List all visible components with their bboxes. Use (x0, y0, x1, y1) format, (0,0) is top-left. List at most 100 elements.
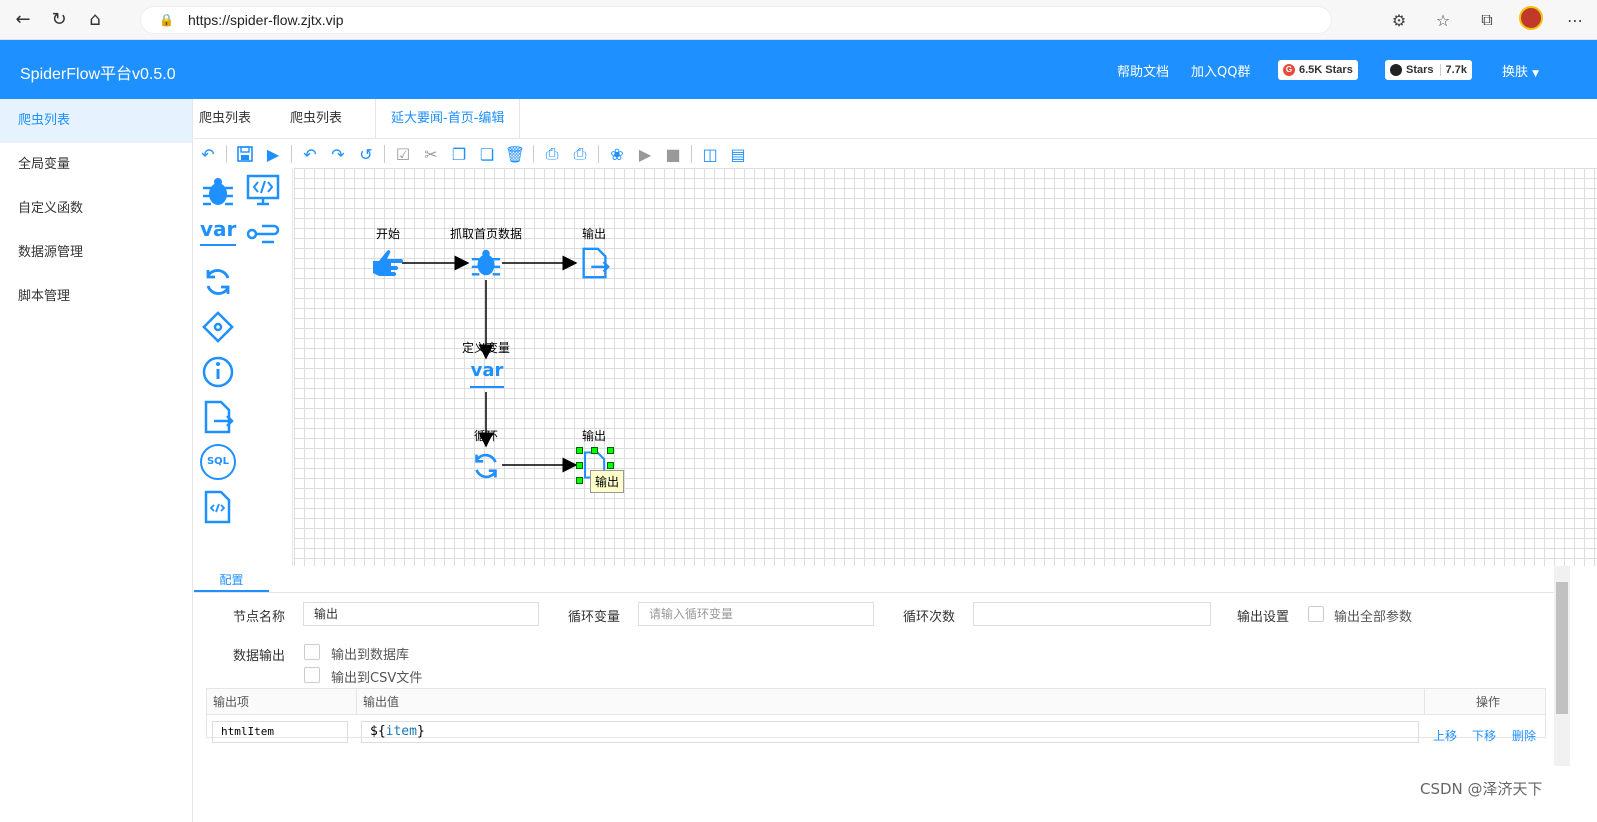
to-db-checkbox[interactable] (304, 644, 320, 660)
move-down-link[interactable]: 下移 (1472, 727, 1496, 744)
condition-node-icon[interactable] (200, 309, 236, 345)
github-stars-count: 7.7k (1439, 64, 1467, 76)
to-db-label: 输出到数据库 (331, 648, 410, 663)
sql-node-icon[interactable]: SQL (200, 444, 236, 480)
browser-toolbar: ← ↻ ⌂ 🔒 https://spider-flow.zjtx.vip ⚙ ☆… (0, 0, 1597, 40)
tab-spider-list-1[interactable]: 爬虫列表 (199, 99, 251, 139)
back-icon[interactable]: ← (10, 7, 36, 33)
qq-group-link[interactable]: 加入QQ群 (1191, 61, 1250, 80)
node-palette: var SQL (194, 168, 293, 566)
selection-handle[interactable] (607, 462, 614, 469)
node-label-loop: 循环 (473, 429, 499, 443)
selection-handle[interactable] (576, 462, 583, 469)
home-icon[interactable]: ⌂ (82, 7, 108, 33)
tab-config[interactable]: 配置 (194, 568, 269, 592)
node-label-output-1: 输出 (581, 227, 607, 241)
history-icon[interactable]: ↺ (352, 142, 380, 166)
loop-var-input[interactable]: 请输入循环变量 (638, 602, 874, 626)
stop-icon[interactable]: ■ (659, 142, 687, 166)
copy-icon[interactable]: ❐ (445, 142, 473, 166)
save-icon[interactable] (231, 142, 259, 166)
value-var: item (385, 724, 417, 739)
crawl-node-icon[interactable] (469, 246, 503, 280)
start-node-icon[interactable] (370, 247, 404, 281)
export-icon[interactable]: ⎙ (538, 142, 566, 166)
loop-count-label: 循环次数 (903, 610, 956, 625)
sidebar-item-custom-functions[interactable]: 自定义函数 (0, 187, 192, 231)
delete-link[interactable]: 删除 (1512, 727, 1536, 744)
tab-editor[interactable]: 延大要闻-首页-编辑 (375, 99, 521, 139)
app-header: SpiderFlow平台v0.5.0 帮助文档 加入QQ群 G 6.5K Star… (0, 40, 1597, 99)
help-docs-link[interactable]: 帮助文档 (1117, 61, 1169, 80)
config-panel: 配置 节点名称 输出 循环变量 请输入循环变量 循环次数 输出设置 输出全部参数… (194, 566, 1554, 766)
config-scrollbar[interactable] (1554, 566, 1570, 766)
node-label-output-2: 输出 (581, 429, 607, 443)
collections-icon[interactable]: ⧉ (1465, 10, 1509, 30)
brand-title: SpiderFlow平台v0.5.0 (20, 66, 176, 83)
output-value-input[interactable]: ${item} (361, 721, 1419, 743)
cut-icon[interactable]: ✂ (417, 142, 445, 166)
print-icon[interactable]: ⎙ (566, 142, 594, 166)
loop-count-input[interactable] (973, 602, 1211, 626)
loop-node-icon[interactable] (200, 264, 236, 300)
output-node-icon[interactable] (200, 399, 236, 435)
run-icon[interactable]: ▶ (259, 142, 287, 166)
info-node-icon[interactable] (200, 354, 236, 390)
debug-icon[interactable]: ❀ (603, 142, 631, 166)
sidebar-item-global-vars[interactable]: 全局变量 (0, 143, 192, 187)
output-node-1-icon[interactable] (578, 246, 612, 280)
gitee-icon: G (1283, 64, 1295, 76)
scrollbar-thumb[interactable] (1556, 582, 1568, 714)
github-icon (1390, 64, 1402, 76)
to-csv-checkbox[interactable] (304, 667, 320, 683)
paste-icon[interactable]: ❏ (473, 142, 501, 166)
loop-var-label: 循环变量 (568, 610, 621, 625)
tab-bar: 爬虫列表 爬虫列表 延大要闻-首页-编辑 (194, 99, 1597, 139)
layout-left-icon[interactable]: ◫ (696, 142, 724, 166)
output-all-params-checkbox[interactable] (1308, 606, 1324, 622)
github-stars-badge[interactable]: Stars 7.7k (1385, 60, 1472, 80)
layout-bottom-icon[interactable]: ▤ (724, 142, 752, 166)
output-item-input[interactable]: htmlItem (212, 721, 348, 743)
more-icon[interactable]: ⋯ (1553, 11, 1597, 30)
select-all-icon[interactable]: ☑ (389, 142, 417, 166)
favorites-icon[interactable]: ☆ (1421, 11, 1465, 30)
redo-icon[interactable]: ↷ (324, 142, 352, 166)
var-node-icon[interactable]: var (200, 216, 236, 246)
extensions-icon[interactable]: ⚙ (1377, 11, 1421, 30)
github-stars-label: Stars (1406, 64, 1434, 76)
function-node-icon[interactable] (200, 489, 236, 525)
output-all-params-label: 输出全部参数 (1334, 610, 1413, 625)
sidebar-item-scripts[interactable]: 脚本管理 (0, 275, 192, 319)
delete-icon[interactable]: 🗑 (501, 142, 529, 166)
move-up-link[interactable]: 上移 (1433, 727, 1457, 744)
sidebar: 爬虫列表 全局变量 自定义函数 数据源管理 脚本管理 (0, 99, 193, 822)
url-text: https://spider-flow.zjtx.vip (187, 12, 344, 28)
output-settings-label: 输出设置 (1237, 610, 1290, 625)
selection-handle[interactable] (591, 447, 598, 454)
node-name-label: 节点名称 (233, 610, 286, 625)
value-prefix: ${ (370, 724, 386, 739)
spider-node-icon[interactable] (200, 174, 236, 210)
node-name-input[interactable]: 输出 (303, 602, 539, 626)
selection-handle[interactable] (576, 447, 583, 454)
gitee-stars-badge[interactable]: G 6.5K Stars (1278, 60, 1358, 80)
profile-avatar[interactable] (1509, 6, 1553, 34)
refresh-icon[interactable]: ↻ (46, 7, 72, 33)
code-monitor-icon[interactable] (245, 172, 281, 208)
col-output-item: 输出项 (207, 689, 357, 715)
address-bar[interactable]: 🔒 https://spider-flow.zjtx.vip (140, 6, 1332, 34)
undo-icon[interactable]: ↶ (296, 142, 324, 166)
process-node-icon[interactable] (245, 216, 281, 252)
step-icon[interactable]: ▶ (631, 142, 659, 166)
selection-handle[interactable] (607, 447, 614, 454)
var-node[interactable]: var (470, 360, 504, 388)
tab-spider-list-2[interactable]: 爬虫列表 (290, 99, 342, 139)
chevron-down-icon: ▼ (1532, 69, 1540, 79)
undo-back-icon[interactable]: ↶ (194, 142, 222, 166)
sidebar-item-datasource[interactable]: 数据源管理 (0, 231, 192, 275)
sidebar-item-spider-list[interactable]: 爬虫列表 (0, 99, 192, 143)
selection-handle[interactable] (576, 477, 583, 484)
skin-dropdown[interactable]: 换肤 ▼ (1502, 61, 1539, 80)
loop-node-icon[interactable] (469, 449, 503, 483)
